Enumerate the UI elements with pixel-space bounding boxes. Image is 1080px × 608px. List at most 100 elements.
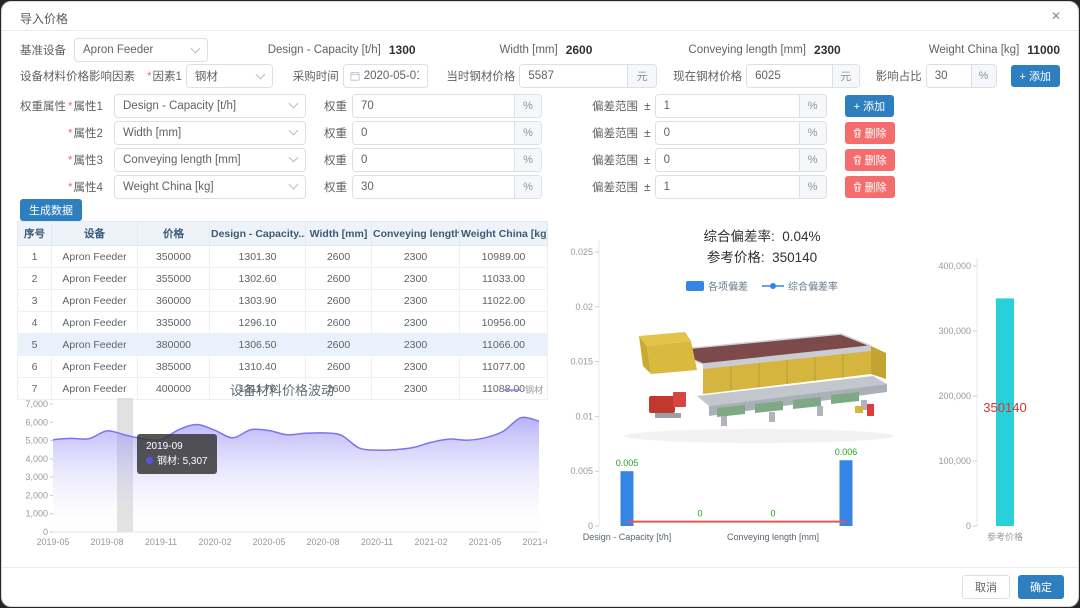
chevron-down-icon — [288, 98, 299, 109]
table-row[interactable]: 4 Apron Feeder 335000 1296.10 2600 2300 10956.… — [17, 311, 548, 334]
weight-input-group: % — [352, 147, 542, 172]
generate-data-button[interactable]: 生成数据 — [20, 199, 82, 221]
table-cell: Apron Feeder — [51, 333, 138, 356]
attribute-select[interactable]: Conveying length [mm] — [114, 147, 306, 172]
factor-material-select[interactable]: 钢材 — [185, 64, 273, 88]
svg-text:0: 0 — [770, 509, 775, 519]
material-factor-row: 设备材料价格影响因素 *因素1 钢材 采购时间 当时钢材价格 元 现在钢材价格 … — [20, 63, 1061, 89]
svg-text:350140: 350140 — [983, 400, 1026, 415]
cancel-button[interactable]: 取消 — [962, 575, 1010, 599]
now-price-input[interactable] — [747, 65, 832, 87]
svg-text:2019-05: 2019-05 — [36, 537, 69, 547]
weight-attribute-row: 权重属性*属性1 Design - Capacity [t/h] 权重% 偏差范围 ±%… — [20, 92, 1060, 119]
table-row[interactable]: 6 Apron Feeder 385000 1310.40 2600 2300 11077.… — [17, 355, 548, 378]
weight-input[interactable] — [353, 121, 514, 144]
table-row[interactable]: 3 Apron Feeder 360000 1303.90 2600 2300 11022.… — [17, 289, 548, 312]
close-icon[interactable]: ✕ — [1048, 8, 1064, 24]
attribute-select[interactable]: Width [mm] — [114, 120, 306, 145]
weight-input-group: % — [352, 120, 542, 145]
svg-text:2021-05: 2021-05 — [468, 537, 501, 547]
delete-attribute-button[interactable]: 删除 — [844, 148, 895, 171]
trash-icon — [853, 181, 861, 192]
percent-unit: % — [514, 121, 541, 144]
delete-attribute-button[interactable]: 删除 — [844, 175, 895, 198]
deviation-range-label: 偏差范围 — [592, 154, 638, 167]
range-input-group: % — [654, 147, 827, 172]
then-price-label: 当时钢材价格 — [446, 71, 516, 83]
add-attribute-button[interactable]: + 添加 — [844, 94, 895, 117]
table-cell: 2300 — [371, 267, 460, 290]
svg-text:3,000: 3,000 — [25, 472, 48, 482]
table-cell: 2300 — [371, 289, 460, 312]
purchase-time-label: 采购时间 — [292, 71, 339, 83]
range-input[interactable] — [655, 94, 799, 117]
table-cell: 335000 — [137, 311, 210, 334]
table-cell: 350000 — [137, 245, 210, 268]
deviation-range-label: 偏差范围 — [592, 127, 638, 140]
svg-text:0.02: 0.02 — [575, 302, 593, 312]
range-input-group: % — [654, 174, 827, 199]
attribute-select[interactable]: Design - Capacity [t/h] — [114, 93, 306, 118]
svg-text:0: 0 — [697, 509, 702, 519]
weight-input[interactable] — [353, 175, 514, 198]
weight-attribute-row: *属性2 Width [mm] 权重% 偏差范围 ±% 删除 — [20, 119, 1060, 146]
column-header: Design - Capacity... — [209, 221, 306, 246]
table-cell: 2600 — [305, 245, 372, 268]
then-price-input[interactable] — [520, 65, 628, 87]
table-cell: 10989.00 — [459, 245, 548, 268]
confirm-button[interactable]: 确定 — [1018, 575, 1064, 599]
range-input[interactable] — [655, 148, 799, 171]
spec-width: Width [mm] 2600 — [499, 43, 593, 57]
percent-unit: % — [798, 148, 826, 171]
delete-attribute-button[interactable]: 删除 — [844, 121, 895, 144]
table-cell: 11033.00 — [459, 267, 548, 290]
base-equipment-select[interactable]: Apron Feeder — [74, 38, 208, 62]
table-cell: 380000 — [137, 333, 210, 356]
weight-input-group: % — [352, 93, 542, 118]
table-row[interactable]: 5 Apron Feeder 380000 1306.50 2600 2300 11066.… — [17, 333, 548, 356]
impact-ratio-input-group: % — [925, 64, 997, 88]
purchase-date-input[interactable] — [342, 64, 429, 88]
weight-attributes-section: 权重属性*属性1 Design - Capacity [t/h] 权重% 偏差范围 ±%… — [20, 92, 1060, 200]
svg-text:2021-08: 2021-08 — [522, 537, 547, 547]
svg-text:Design - Capacity [t/h]: Design - Capacity [t/h] — [583, 532, 672, 542]
plus-minus-sign: ± — [644, 152, 651, 167]
range-input[interactable] — [655, 121, 799, 144]
now-price-input-group: 元 — [746, 64, 860, 88]
factor1-label: *因素1 — [147, 71, 182, 83]
table-row[interactable]: 2 Apron Feeder 355000 1302.60 2600 2300 11033.… — [17, 267, 548, 290]
svg-text:Conveying length [mm]: Conveying length [mm] — [727, 532, 819, 542]
range-input[interactable] — [655, 175, 799, 198]
svg-text:0.015: 0.015 — [570, 357, 593, 367]
weight-input[interactable] — [353, 148, 514, 171]
add-factor-button[interactable]: + 添加 — [1010, 65, 1061, 87]
table-cell: 3 — [17, 289, 52, 312]
svg-text:0.025: 0.025 — [570, 247, 593, 257]
impact-ratio-label: 影响占比 — [875, 71, 922, 83]
svg-text:2020-05: 2020-05 — [252, 537, 285, 547]
table-cell: 2600 — [305, 267, 372, 290]
range-input-group: % — [654, 120, 827, 145]
table-row[interactable]: 1 Apron Feeder 350000 1301.30 2600 2300 10989.… — [17, 245, 548, 268]
svg-text:2020-02: 2020-02 — [198, 537, 231, 547]
table-cell: 1296.10 — [209, 311, 306, 334]
table-cell: 355000 — [137, 267, 210, 290]
svg-text:4,000: 4,000 — [25, 454, 48, 464]
svg-text:7,000: 7,000 — [25, 399, 48, 409]
chevron-down-icon — [288, 125, 299, 136]
impact-ratio-input[interactable] — [926, 65, 971, 87]
table-cell: 5 — [17, 333, 52, 356]
svg-text:2019-08: 2019-08 — [90, 537, 123, 547]
deviation-range-label: 偏差范围 — [592, 181, 638, 194]
table-cell: 385000 — [137, 355, 210, 378]
svg-text:0.005: 0.005 — [570, 466, 593, 476]
svg-text:1,000: 1,000 — [25, 509, 48, 519]
calendar-icon — [344, 65, 360, 87]
svg-text:0.01: 0.01 — [575, 411, 593, 421]
column-header: 设备 — [51, 221, 138, 246]
percent-unit: % — [514, 148, 541, 171]
yuan-unit: 元 — [831, 65, 859, 87]
percent-unit: % — [798, 94, 826, 117]
weight-input[interactable] — [353, 94, 514, 117]
attribute-select[interactable]: Weight China [kg] — [114, 174, 306, 199]
